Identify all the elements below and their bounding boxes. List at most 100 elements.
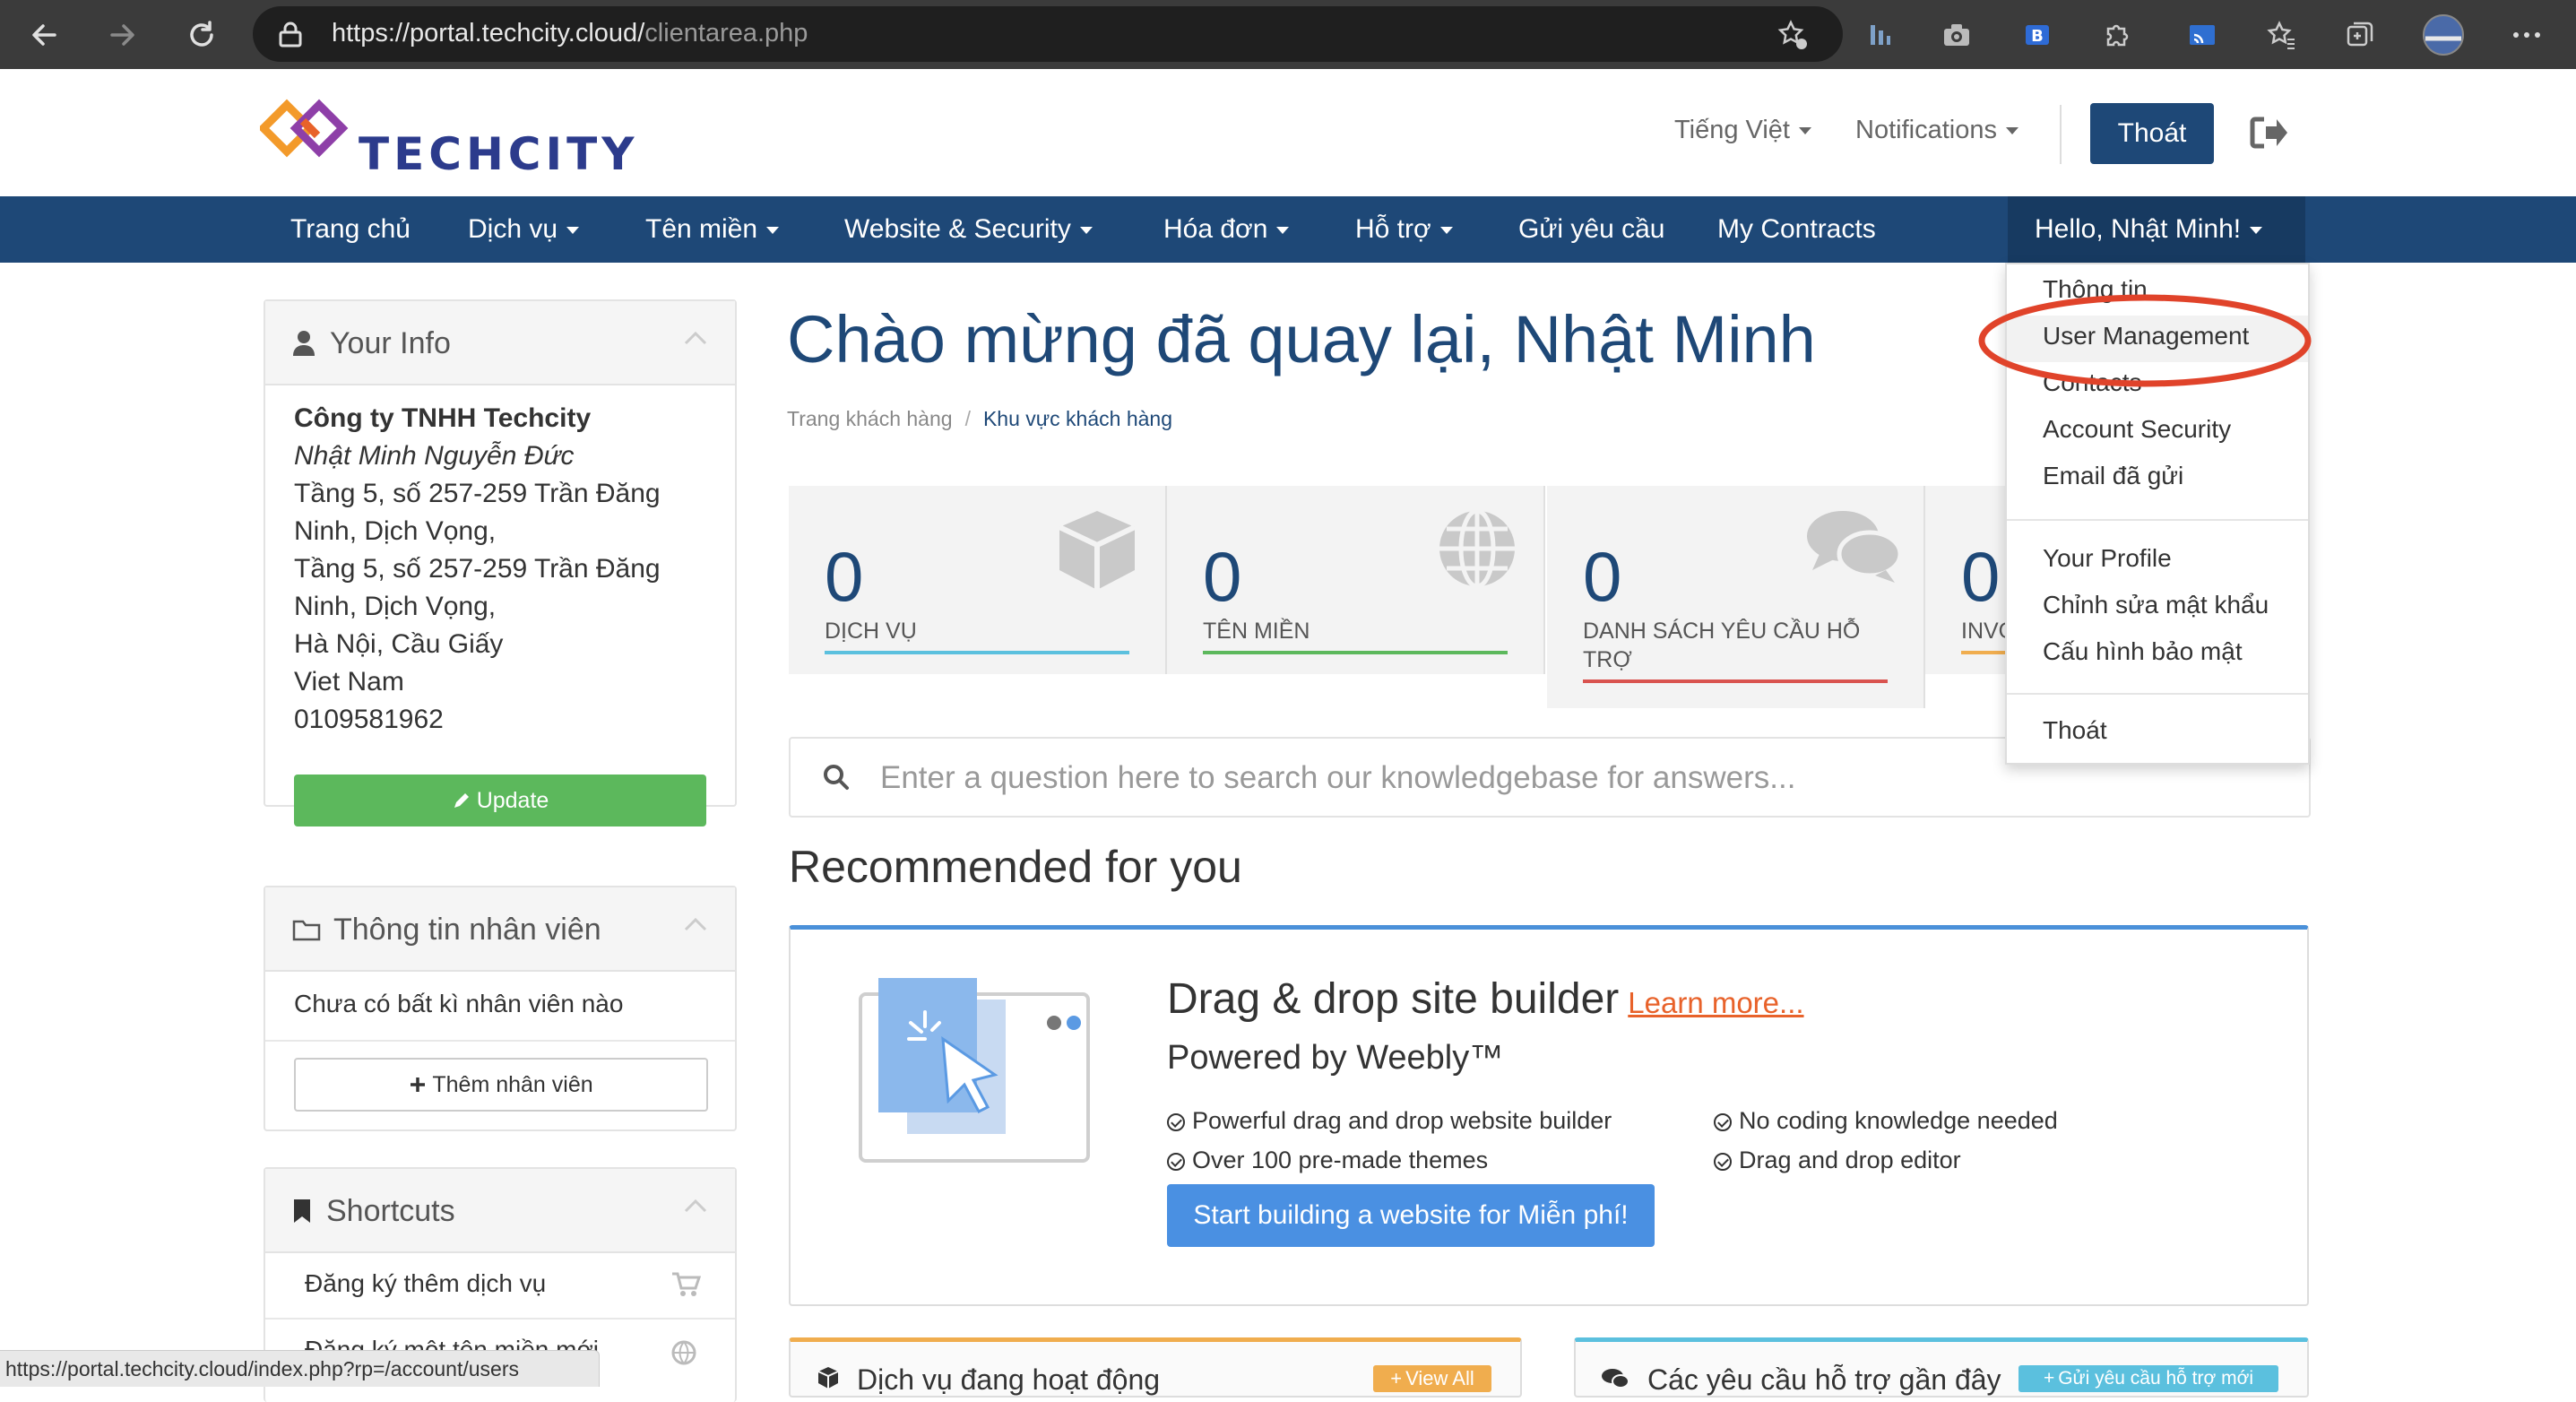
breadcrumb-home[interactable]: Trang khách hàng [787,407,953,430]
shortcut-order-service[interactable]: Đăng ký thêm dịch vụ [305,1269,546,1298]
cube-icon [816,1365,841,1390]
menu-item-your-profile[interactable]: Your Profile [2043,544,2172,573]
folder-icon [292,918,321,941]
feature-item: Over 100 pre-made themes [1167,1147,1488,1174]
company-name: Công ty TNHH Techcity [294,403,592,433]
stat-value: 0 [1583,537,1622,616]
panel-header[interactable]: Your Info [265,301,735,385]
camera-icon[interactable] [1938,16,1975,54]
nav-label: Website & Security [844,214,1071,244]
globe-icon [1434,506,1520,592]
view-all-button[interactable]: + View All [1373,1365,1491,1392]
panel-header[interactable]: Thông tin nhân viên [265,887,735,972]
weebly-promo-card: Drag & drop site builder Learn more... Po… [789,925,2309,1306]
nav-support[interactable]: Hỗ trợ [1355,196,1453,263]
nav-domains[interactable]: Tên miền [645,196,780,263]
menu-item-account-security[interactable]: Account Security [2043,415,2231,444]
plus-icon: + [2043,1368,2055,1389]
menu-item-logout[interactable]: Thoát [2043,716,2107,745]
techcity-logo-icon[interactable] [260,87,359,177]
nav-website-security[interactable]: Website & Security [844,196,1093,263]
stat-label: TÊN MIỀN [1203,619,1310,644]
bookmark-icon [292,1198,312,1225]
stat-tile-services[interactable]: 0 DỊCH VỤ [789,486,1167,674]
stat-tile-domains[interactable]: 0 TÊN MIỀN [1167,486,1545,674]
dropdown-divider [2007,693,2308,695]
recommended-heading: Recommended for you [789,842,1242,892]
recent-tickets-title: Các yêu cầu hỗ trợ gần đây [1647,1363,2001,1396]
feature-item: No coding knowledge needed [1714,1107,2058,1135]
address-line: Ninh, Dịch Vọng, [294,516,497,546]
nav-my-contracts[interactable]: My Contracts [1717,196,1876,263]
pencil-icon [454,793,469,808]
address-bar[interactable]: https://portal.techcity.cloud/clientarea… [253,6,1843,62]
site-builder-illustration-icon [857,973,1092,1164]
url-domain: https://portal.techcity.cloud/ [332,19,645,48]
panel-title: Thông tin nhân viên [333,913,601,947]
stat-tile-tickets[interactable]: 0 DANH SÁCH YÊU CẦU HỖ TRỢ [1547,486,1925,708]
notifications-menu[interactable]: Notifications [1855,116,2018,145]
collections-icon[interactable] [2341,16,2379,54]
add-staff-button[interactable]: Thêm nhân viên [294,1058,708,1112]
browser-status-bar: https://portal.techcity.cloud/index.php?… [0,1350,600,1387]
address-city: Hà Nội, Cầu Giấy [294,629,504,659]
more-menu-icon[interactable] [2508,16,2546,54]
stat-value: 0 [1961,537,2001,616]
extension-chart-icon[interactable] [1861,16,1898,54]
feature-item: Drag and drop editor [1714,1147,1961,1174]
puzzle-icon[interactable] [2097,16,2135,54]
profile-avatar-icon[interactable] [2420,12,2467,58]
chevron-up-icon[interactable] [683,1198,708,1214]
url-path: clientarea.php [644,19,808,48]
menu-item-emails-sent[interactable]: Email đã gửi [2043,462,2183,490]
favorites-icon[interactable] [2262,16,2300,54]
nav-invoices[interactable]: Hóa đơn [1163,196,1290,263]
stat-value: 0 [825,537,864,616]
logo-text[interactable]: TECHCITY [359,128,638,180]
cube-icon [1052,506,1142,595]
learn-more-link[interactable]: Learn more... [1628,986,1803,1019]
chevron-up-icon[interactable] [683,916,708,932]
nav-label: Trang chủ [290,214,411,244]
cast-icon[interactable] [2183,16,2221,54]
reload-icon[interactable] [179,13,224,57]
breadcrumb-current[interactable]: Khu vực khách hàng [983,407,1172,430]
stat-label: INVOICES [1961,619,2006,644]
address-line: Tầng 5, số 257-259 Trần Đăng [294,554,661,584]
logout-button[interactable]: Thoát [2090,103,2214,164]
check-circle-icon [1167,1113,1185,1131]
search-icon [823,764,850,791]
annotation-red-ellipse [1978,294,2312,387]
extension-b-icon[interactable]: B [2018,16,2056,54]
back-icon[interactable] [22,13,66,57]
panel-header[interactable]: Shortcuts [265,1169,735,1253]
notifications-label: Notifications [1855,116,1997,144]
comments-icon [1803,506,1904,586]
sign-out-icon[interactable] [2248,114,2289,151]
start-building-button[interactable]: Start building a website for Miễn phí! [1167,1184,1655,1247]
url-text: https://portal.techcity.cloud/clientarea… [332,19,808,48]
language-label: Tiếng Việt [1674,116,1790,144]
favorite-add-icon[interactable] [1776,19,1809,51]
chevron-down-icon [1439,227,1453,235]
forward-icon[interactable] [100,13,145,57]
site-header: TECHCITY Tiếng Việt Notifications Thoát [0,69,2576,196]
address-line: Tầng 5, số 257-259 Trần Đăng [294,479,661,508]
nav-submit-ticket[interactable]: Gửi yêu cầu [1518,196,1665,263]
nav-home[interactable]: Trang chủ [290,196,411,263]
chevron-down-icon [1079,227,1093,235]
nav-services[interactable]: Dịch vụ [468,196,580,263]
nav-account[interactable]: Hello, Nhật Minh! [2035,196,2263,263]
menu-item-security-settings[interactable]: Cấu hình bảo mật [2043,637,2243,666]
chevron-up-icon[interactable] [683,330,708,346]
stat-underline [825,651,1129,654]
menu-item-change-password[interactable]: Chỉnh sửa mật khẩu [2043,591,2269,619]
update-button[interactable]: Update [294,775,706,826]
stat-tile-invoices[interactable]: 0 INVOICES [1925,486,2006,674]
staff-panel: Thông tin nhân viên Chưa có bất kì nhân … [264,886,737,1131]
address-line: Ninh, Dịch Vọng, [294,592,497,621]
lock-icon[interactable] [278,21,303,48]
new-ticket-label: Gửi yêu cầu hỗ trợ mới [2058,1368,2254,1389]
language-selector[interactable]: Tiếng Việt [1674,116,1811,145]
new-ticket-button[interactable]: + Gửi yêu cầu hỗ trợ mới [2018,1365,2278,1392]
